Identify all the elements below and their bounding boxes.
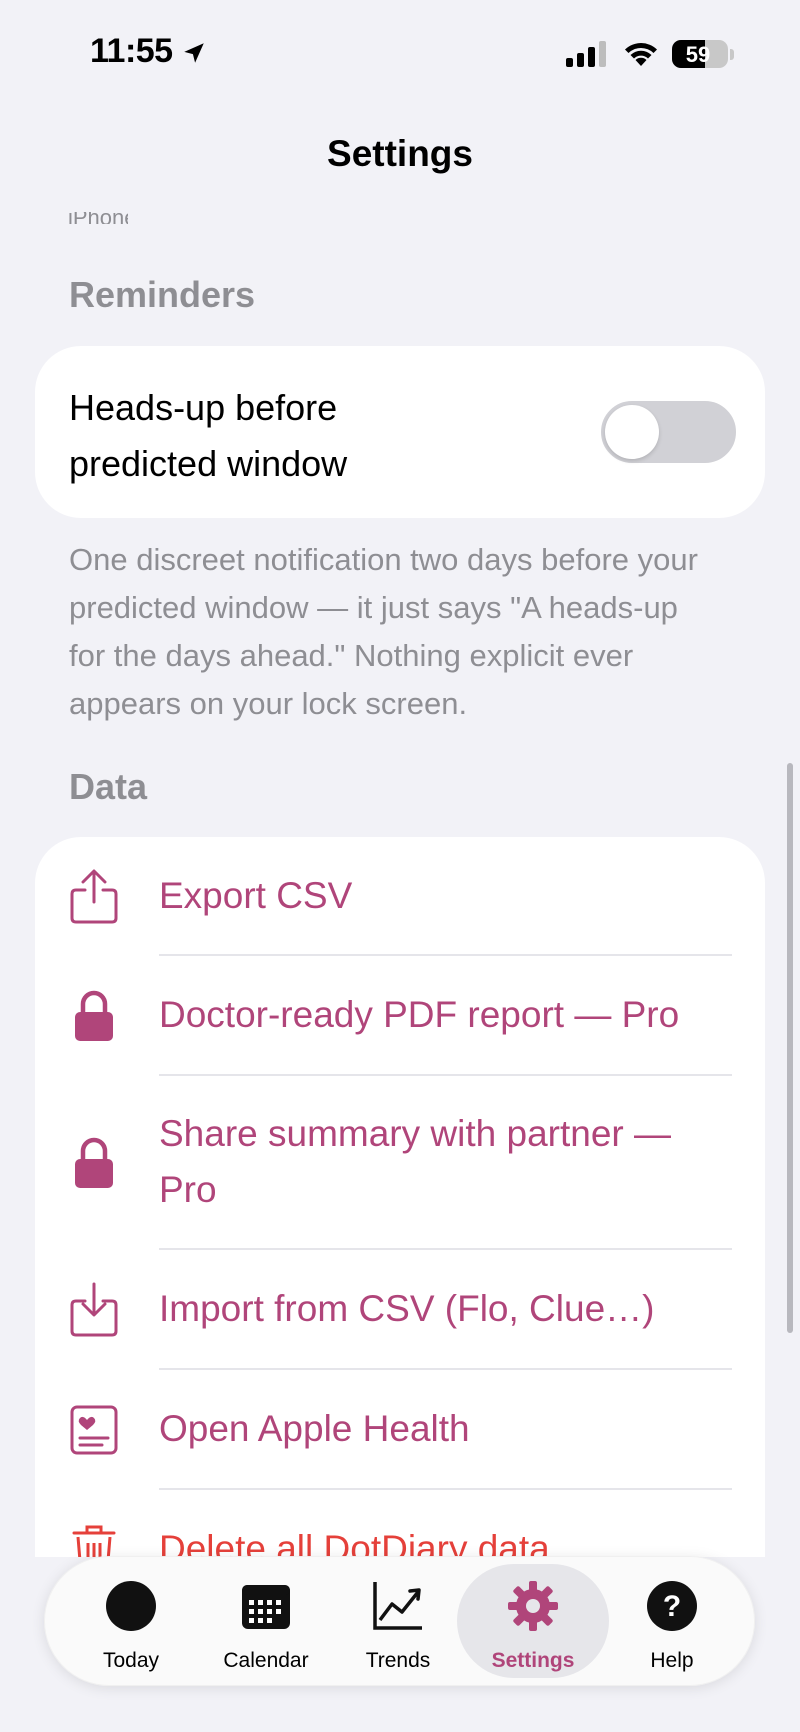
section-header-data: Data [69, 766, 148, 807]
heads-up-toggle[interactable] [601, 401, 736, 463]
tab-help[interactable]: ? Help [612, 1556, 732, 1686]
filled-circle-icon [106, 1581, 156, 1631]
cellular-signal-icon [566, 41, 606, 67]
page-title: Settings [327, 133, 473, 174]
doctor-pdf-report-label: Doctor-ready PDF report — Pro [159, 994, 680, 1035]
reminders-footer-note: One discreet notification two days befor… [69, 542, 698, 721]
calendar-icon [242, 1585, 290, 1629]
tab-trends[interactable]: Trends [336, 1556, 460, 1686]
doctor-pdf-report-row[interactable]: Doctor-ready PDF report — Pro [35, 956, 765, 1074]
delete-all-data-label: Delete all DotDiary data [159, 1528, 550, 1557]
tab-bar: Today Calendar Trends Settings ? Help [44, 1556, 755, 1686]
share-with-partner-row[interactable]: Share summary with partner — Pro [35, 1076, 765, 1248]
tab-help-label: Help [650, 1649, 694, 1672]
status-time: 11:55 [90, 32, 173, 70]
reminders-card: Heads-up before predicted window [35, 346, 765, 518]
tab-calendar-label: Calendar [223, 1649, 309, 1672]
tab-today-label: Today [102, 1649, 160, 1672]
share-icon [70, 869, 118, 924]
share-with-partner-label: Share summary with partner — Pro [159, 1113, 672, 1210]
question-icon: ? [647, 1581, 697, 1631]
open-apple-health-label: Open Apple Health [159, 1408, 470, 1449]
location-arrow-icon [184, 43, 204, 63]
tab-today[interactable]: Today [66, 1556, 196, 1686]
tab-settings-label: Settings [491, 1649, 575, 1672]
open-apple-health-row[interactable]: Open Apple Health [35, 1370, 765, 1488]
gear-icon [508, 1581, 558, 1631]
battery-icon: 59 [672, 40, 728, 68]
status-bar: 11:55 59 [0, 0, 800, 100]
section-header-reminders: Reminders [69, 274, 256, 315]
export-csv-label: Export CSV [159, 875, 353, 916]
toggle-knob [605, 405, 659, 459]
wifi-icon [625, 43, 657, 66]
data-card: Export CSV Doctor-ready PDF report — Pro… [35, 837, 765, 1557]
lock-icon [75, 1137, 113, 1188]
scroll-indicator[interactable] [787, 763, 793, 1333]
tab-trends-label: Trends [365, 1649, 431, 1672]
lock-icon [75, 990, 113, 1041]
heads-up-toggle-label: Heads-up before predicted window [69, 387, 348, 484]
export-csv-row[interactable]: Export CSV [35, 837, 765, 955]
import-csv-label: Import from CSV (Flo, Clue…) [159, 1288, 655, 1329]
clipped-previous-section-text: iPhone [68, 212, 128, 224]
import-csv-row[interactable]: Import from CSV (Flo, Clue…) [35, 1250, 765, 1368]
delete-all-data-row[interactable]: Delete all DotDiary data [35, 1490, 765, 1557]
battery-nub [730, 49, 734, 60]
tab-settings[interactable]: Settings [457, 1556, 609, 1686]
chart-icon [373, 1582, 422, 1630]
battery-percentage: 59 [685, 42, 711, 67]
import-icon [70, 1282, 118, 1337]
svg-text:?: ? [663, 1590, 681, 1623]
trash-icon [72, 1525, 116, 1557]
health-record-icon [70, 1405, 118, 1455]
tab-calendar[interactable]: Calendar [196, 1556, 336, 1686]
